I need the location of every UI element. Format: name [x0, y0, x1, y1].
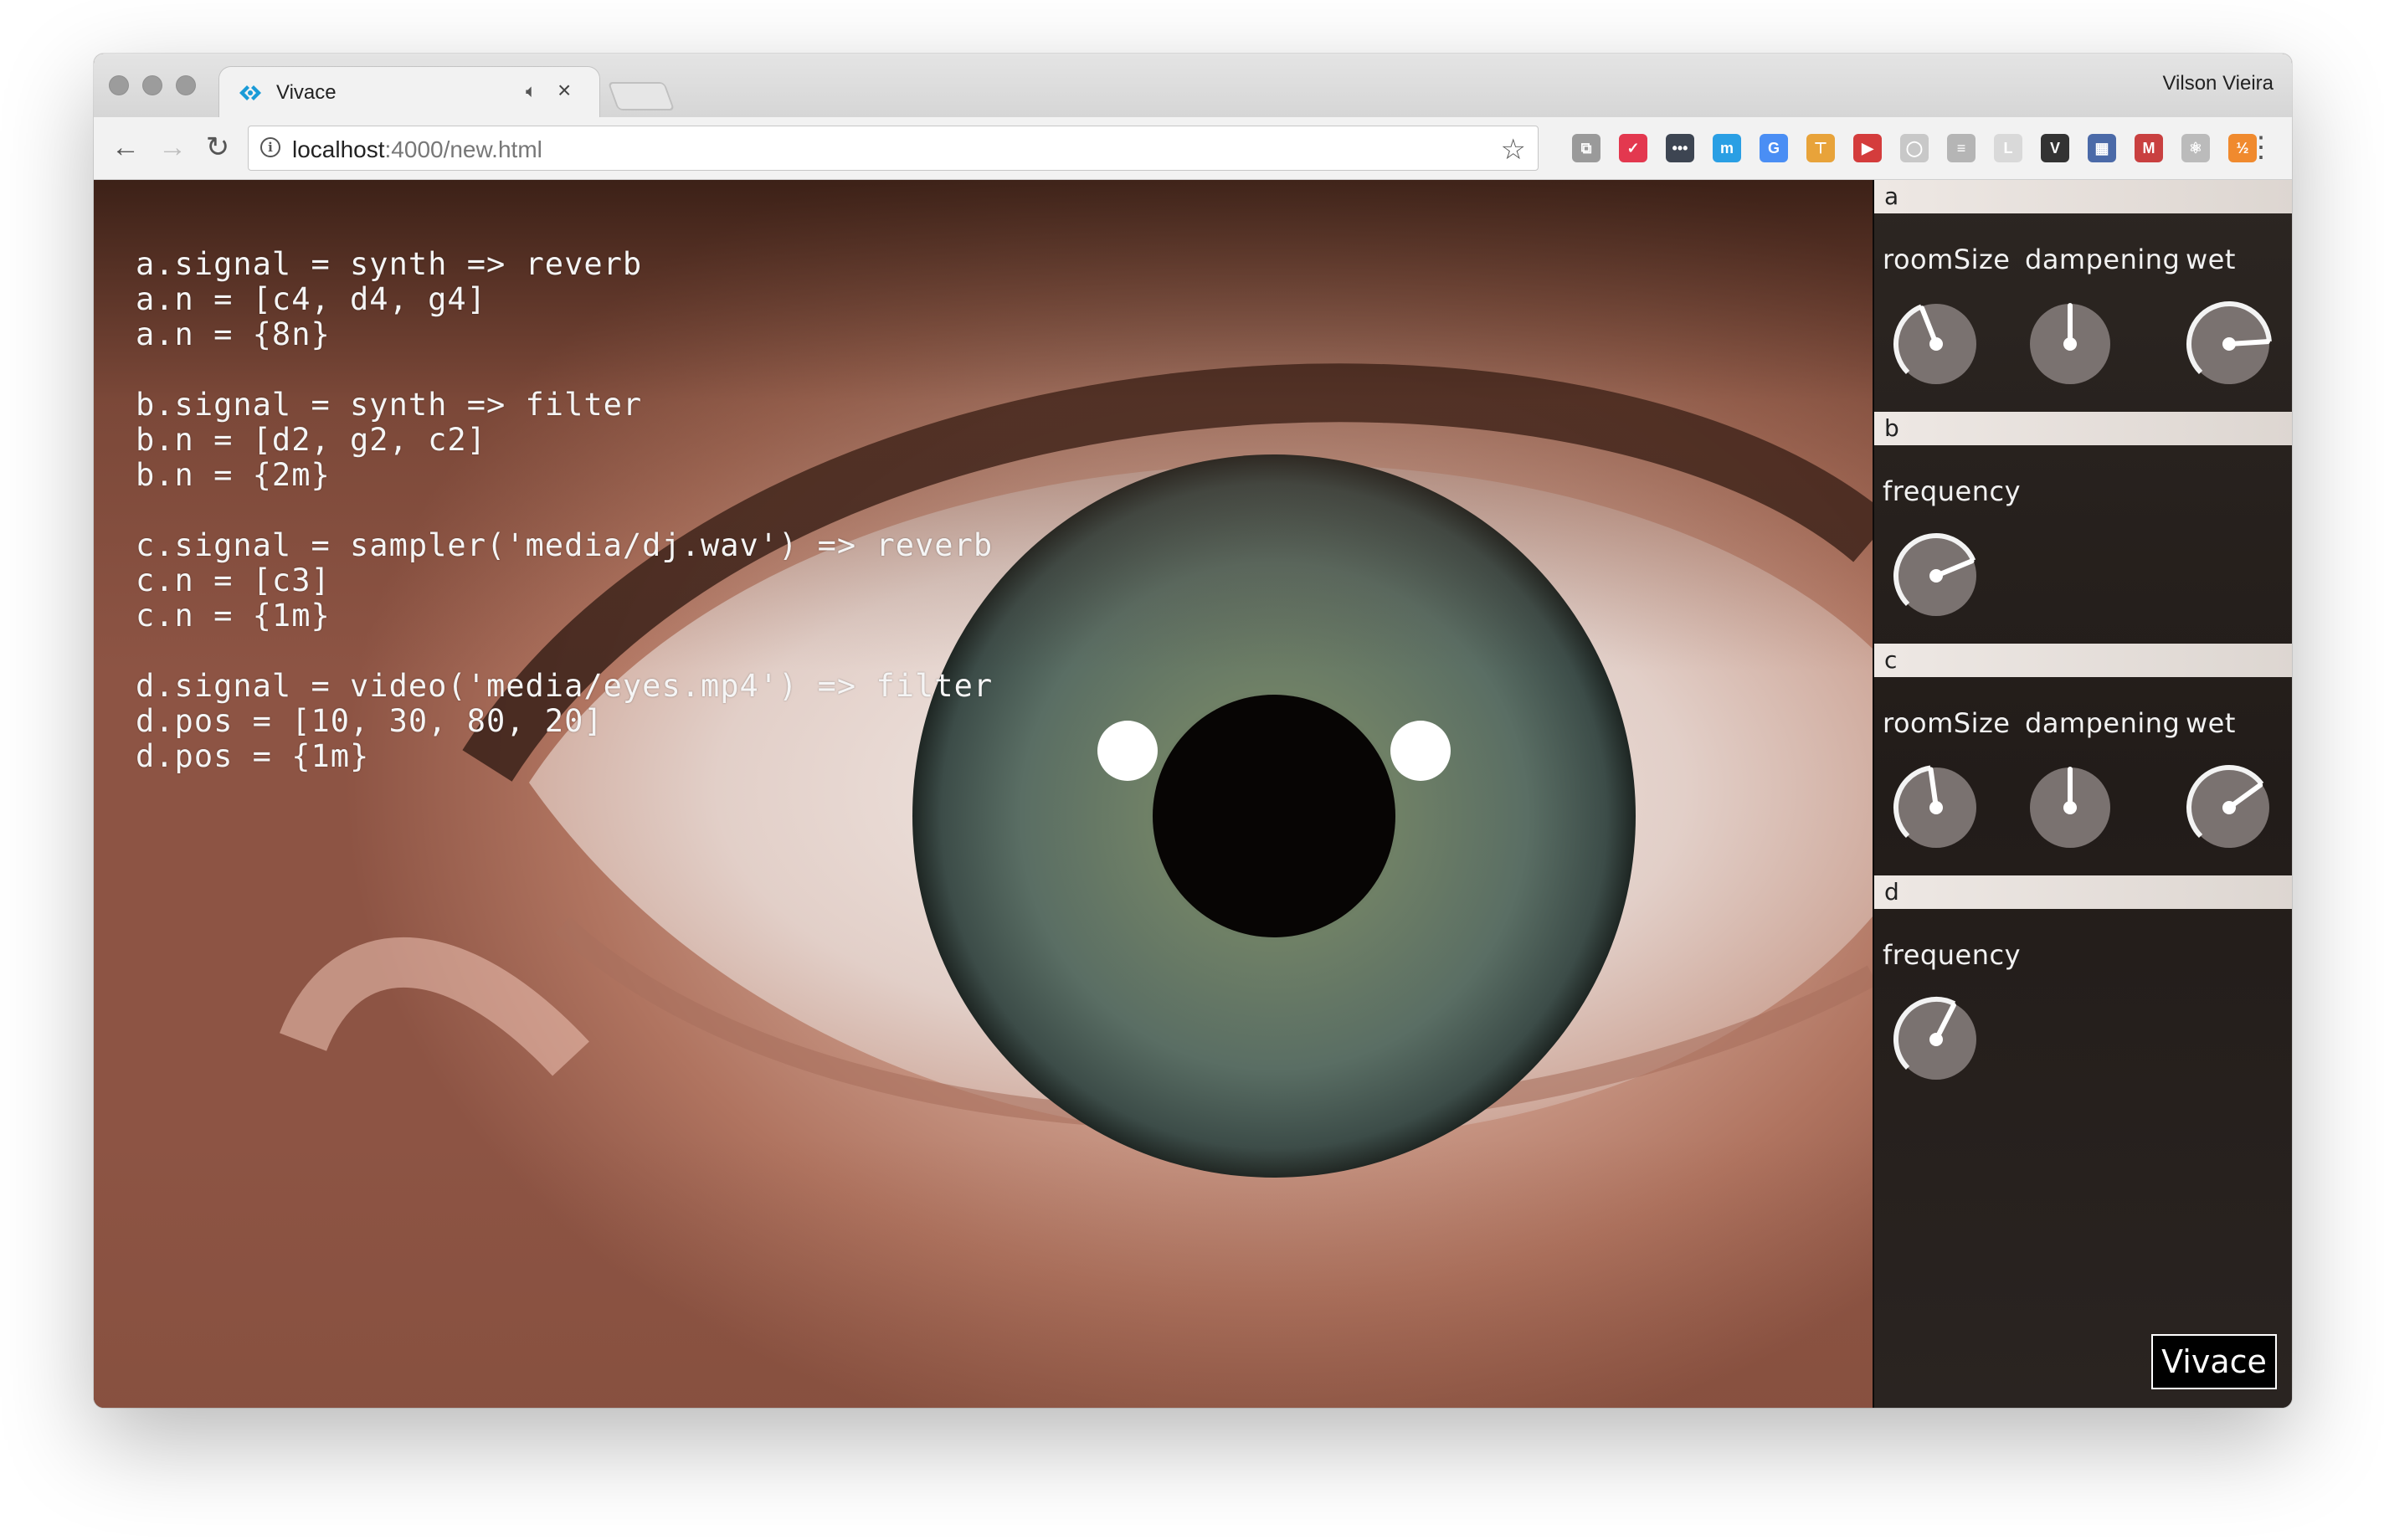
- code-line[interactable]: a.n = [c4, d4, g4]: [136, 282, 993, 317]
- browser-menu-icon[interactable]: ⋮: [2247, 131, 2275, 164]
- code-line[interactable]: [136, 493, 993, 528]
- knob-label-wet: wet: [2186, 707, 2236, 739]
- knob-row: roomSize dampening wet: [1874, 213, 2292, 408]
- knob-label-dampening: dampening: [2025, 707, 2181, 739]
- controls-sidebar: a roomSize dampening wet b frequency c roomSize…: [1873, 180, 2292, 1408]
- knob-hub: [2063, 801, 2077, 814]
- ext-hammer-icon[interactable]: ⊤: [1806, 134, 1835, 162]
- profile-name[interactable]: Vilson Vieira: [2162, 72, 2274, 95]
- tab-title: Vivace: [276, 81, 337, 104]
- knob-wet[interactable]: [2186, 300, 2273, 388]
- code-editor[interactable]: a.signal = synth => reverb a.n = [c4, d4,…: [136, 247, 993, 774]
- knob-wet[interactable]: [2186, 764, 2273, 851]
- ext-grid-icon[interactable]: ▦: [2088, 134, 2116, 162]
- knob-hub: [1929, 801, 1943, 814]
- knob-hub: [2222, 337, 2236, 351]
- ext-record-icon[interactable]: ▶: [1853, 134, 1882, 162]
- new-tab-button[interactable]: [607, 82, 676, 110]
- code-line[interactable]: a.signal = synth => reverb: [136, 247, 993, 282]
- reload-icon[interactable]: ↻: [201, 131, 234, 164]
- section-d: d frequency: [1874, 875, 2292, 1104]
- code-line[interactable]: b.n = [d2, g2, c2]: [136, 423, 993, 458]
- close-window-button[interactable]: [109, 75, 129, 95]
- knob-frequency[interactable]: [1893, 532, 1980, 619]
- section-b: b frequency: [1874, 412, 2292, 640]
- ext-v-icon[interactable]: V: [2041, 134, 2069, 162]
- browser-tab[interactable]: Vivace 🔈︎ ×: [219, 67, 599, 119]
- code-line[interactable]: [136, 352, 993, 388]
- knob-dampening[interactable]: [2027, 300, 2114, 388]
- browser-toolbar: ← → ↻ i localhost:4000/new.html ☆ ⧉ ✓ ••• m…: [94, 117, 2292, 180]
- bookmark-star-icon[interactable]: ☆: [1501, 133, 1526, 167]
- knob-label-dampening: dampening: [2025, 244, 2181, 275]
- title-bar: Vivace 🔈︎ × Vilson Vieira: [94, 54, 2292, 119]
- forward-icon[interactable]: →: [156, 131, 189, 164]
- vivace-favicon-icon: [239, 85, 261, 100]
- section-c: c roomSize dampening wet: [1874, 644, 2292, 872]
- google-translate-icon[interactable]: G: [1760, 134, 1788, 162]
- vivace-logo: Vivace: [2151, 1334, 2277, 1389]
- ext-1-icon[interactable]: ⧉: [1572, 134, 1600, 162]
- knob-roomSize[interactable]: [1893, 300, 1980, 388]
- code-line[interactable]: b.n = {2m}: [136, 458, 993, 493]
- minimize-window-button[interactable]: [142, 75, 162, 95]
- code-line[interactable]: c.n = [c3]: [136, 563, 993, 598]
- knob-hub: [1929, 337, 1943, 351]
- code-line[interactable]: c.n = {1m}: [136, 598, 993, 634]
- section-header: c: [1874, 644, 2292, 677]
- knob-hub: [1929, 1033, 1943, 1046]
- zoom-window-button[interactable]: [176, 75, 196, 95]
- lyrics-here-icon[interactable]: L: [1994, 134, 2022, 162]
- ext-mask-icon[interactable]: M: [2135, 134, 2163, 162]
- knob-row: roomSize dampening wet: [1874, 677, 2292, 872]
- knob-hub: [1929, 569, 1943, 583]
- code-line[interactable]: a.n = {8n}: [136, 317, 993, 352]
- section-header: a: [1874, 180, 2292, 213]
- ext-dots-icon[interactable]: •••: [1666, 134, 1694, 162]
- ext-circle-icon[interactable]: m: [1713, 134, 1741, 162]
- info-icon[interactable]: i: [260, 137, 280, 157]
- ext-doc-icon[interactable]: ≡: [1947, 134, 1976, 162]
- knob-label-wet: wet: [2186, 244, 2236, 275]
- pocket-icon[interactable]: ✓: [1619, 134, 1647, 162]
- url-text[interactable]: localhost:4000/new.html: [292, 136, 542, 163]
- knob-label-frequency: frequency: [1883, 939, 2021, 971]
- section-header: b: [1874, 412, 2292, 445]
- code-line[interactable]: d.pos = {1m}: [136, 739, 993, 774]
- section-a: a roomSize dampening wet: [1874, 180, 2292, 408]
- knob-label-frequency: frequency: [1883, 475, 2021, 507]
- react-devtools-icon[interactable]: ⚛: [2181, 134, 2210, 162]
- browser-window: Vivace 🔈︎ × Vilson Vieira ← → ↻ i localh…: [94, 54, 2292, 1408]
- knob-label-roomSize: roomSize: [1883, 707, 2011, 739]
- knob-dampening[interactable]: [2027, 764, 2114, 851]
- code-line[interactable]: [136, 634, 993, 669]
- knob-hub: [2222, 801, 2236, 814]
- knob-hub: [2063, 337, 2077, 351]
- code-line[interactable]: d.pos = [10, 30, 80, 20]: [136, 704, 993, 739]
- video-background: a.signal = synth => reverb a.n = [c4, d4,…: [94, 180, 1873, 1408]
- back-icon[interactable]: ←: [109, 131, 142, 164]
- section-header: d: [1874, 875, 2292, 909]
- code-line[interactable]: d.signal = video('media/eyes.mp4') => fi…: [136, 669, 993, 704]
- tab-close-icon[interactable]: ×: [557, 78, 571, 103]
- address-bar[interactable]: i localhost:4000/new.html ☆: [248, 126, 1539, 171]
- knob-label-roomSize: roomSize: [1883, 244, 2011, 275]
- knob-row: frequency: [1874, 909, 2292, 1104]
- knob-roomSize[interactable]: [1893, 764, 1980, 851]
- code-line[interactable]: c.signal = sampler('media/dj.wav') => re…: [136, 528, 993, 563]
- ext-ring-icon[interactable]: ◯: [1900, 134, 1929, 162]
- code-line[interactable]: b.signal = synth => filter: [136, 388, 993, 423]
- knob-frequency[interactable]: [1893, 996, 1980, 1083]
- speaker-icon[interactable]: 🔈︎: [526, 80, 537, 102]
- page-content: a.signal = synth => reverb a.n = [c4, d4,…: [94, 180, 2292, 1408]
- knob-row: frequency: [1874, 445, 2292, 640]
